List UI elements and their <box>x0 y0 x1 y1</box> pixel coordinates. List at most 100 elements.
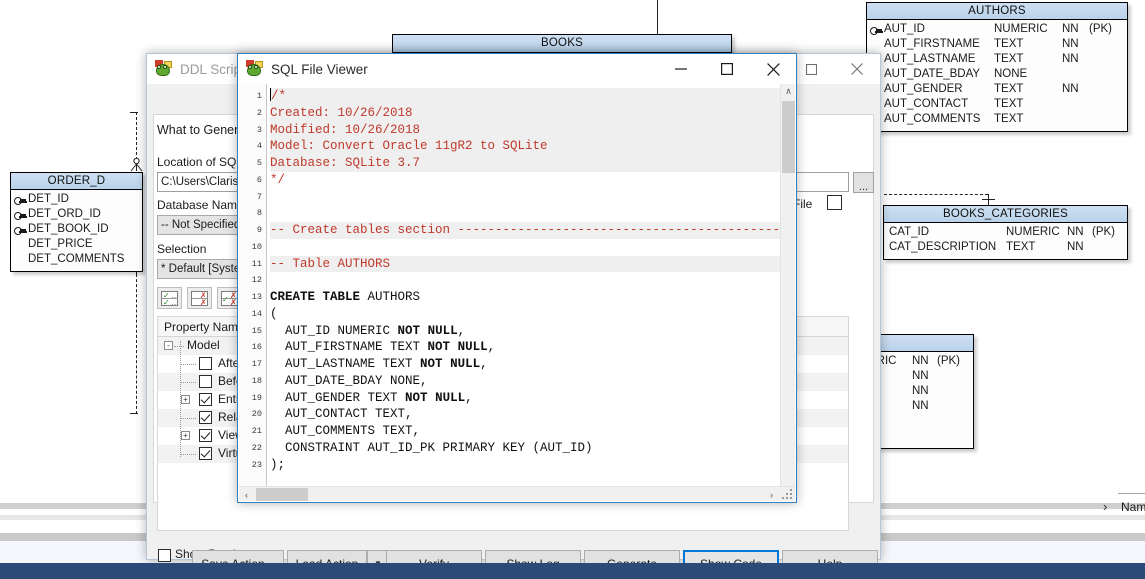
entity-attribute: CAT_ID NUMERIC NN (PK) <box>889 226 1115 238</box>
line-number: 8 <box>256 208 262 219</box>
entity-title: ORDER_D <box>11 173 142 190</box>
sql-viewer-titlebar[interactable]: SQL File Viewer <box>238 54 796 84</box>
selection-label: Selection <box>157 242 207 256</box>
relationship-line <box>982 199 995 200</box>
tree-connector <box>180 454 196 455</box>
entity-order-details[interactable]: ORDER_D DET_ID DET_ORD_ID DET_BOOK_ID DE… <box>10 172 143 272</box>
entity-attribute: DET_ID <box>11 192 142 207</box>
maximize-button[interactable] <box>704 54 750 84</box>
entity-title: BOOKS_CATEGORIES <box>884 206 1127 223</box>
line-number: 12 <box>251 275 262 286</box>
tree-connector <box>174 346 184 347</box>
entity-attribute: AUT_FIRSTNAME TEXT NN <box>884 38 1079 50</box>
browse-button[interactable]: ... <box>853 172 874 193</box>
horizontal-scrollbar[interactable]: ‹ › <box>239 486 795 501</box>
entity-attributes: ERIC NN (PK) T NN T NN T NN T <box>867 352 973 448</box>
line-number: 2 <box>256 107 262 118</box>
collapse-icon[interactable]: - <box>164 341 173 350</box>
code-line: AUT_COMMENTS TEXT, <box>270 424 421 438</box>
code-line: Database: SQLite 3.7 <box>270 155 780 172</box>
entity-attributes: CAT_ID NUMERIC NN (PK) CAT_DESCRIPTION T… <box>884 223 1127 259</box>
line-number: 13 <box>251 292 262 302</box>
code-line: AUT_CONTACT TEXT, <box>270 407 413 422</box>
entity-attribute: T NN <box>869 370 929 382</box>
line-number: 19 <box>251 392 262 403</box>
entity-title: AUTHORS <box>867 3 1127 20</box>
deselect-all-icon[interactable]: ✗ ✗ <box>187 287 212 309</box>
line-number: 22 <box>251 442 262 453</box>
entity-attribute: DET_BOOK_ID <box>11 222 142 237</box>
entity-attribute: T <box>867 429 973 444</box>
minimize-button[interactable] <box>658 54 704 84</box>
entity-attributes: DET_ID DET_ORD_ID DET_BOOK_ID DET_PRICE … <box>11 190 142 271</box>
entity-authors[interactable]: AUTHORS AUT_ID NUMERIC NN (PK) AUT_FIRST… <box>866 2 1128 132</box>
line-number: 17 <box>251 359 262 369</box>
code-line: ( <box>270 306 278 321</box>
code-line: Created: 10/26/2018 <box>270 104 780 122</box>
tree-connector <box>180 382 196 383</box>
frog-app-icon <box>246 60 264 78</box>
tree-checkbox[interactable] <box>199 411 212 424</box>
tree-checkbox[interactable] <box>199 375 212 388</box>
tree-checkbox[interactable] <box>199 357 212 370</box>
tree-checkbox[interactable] <box>199 393 212 406</box>
relationship-line <box>130 413 138 414</box>
entity-title: S <box>867 335 973 352</box>
code-line: CONSTRAINT AUT_ID_PK PRIMARY KEY (AUT_ID… <box>270 440 593 455</box>
line-number: 9 <box>256 225 262 235</box>
scroll-right-icon[interactable]: › <box>764 487 779 502</box>
entity-attribute: DET_COMMENTS <box>28 253 125 265</box>
entity-attribute: AUT_GENDER TEXT NN <box>884 83 1079 95</box>
vertical-scrollbar[interactable]: ∧ ∨ <box>780 84 795 501</box>
expand-icon[interactable]: + <box>181 395 190 404</box>
line-number: 11 <box>251 258 262 269</box>
expand-icon[interactable]: + <box>181 431 190 440</box>
entity-attribute: AUT_DATE_BDAY NONE <box>884 68 1028 80</box>
code-line: AUT_GENDER TEXT NOT NULL, <box>270 390 473 405</box>
entity-title: BOOKS <box>393 35 731 53</box>
line-number: 16 <box>251 342 262 353</box>
code-line: ); <box>270 457 286 472</box>
code-line: -- Create tables section ---------------… <box>270 222 780 239</box>
horizontal-scroll-thumb[interactable] <box>256 488 308 501</box>
status-divider <box>1118 493 1145 494</box>
show-preview-checkbox[interactable] <box>158 549 171 562</box>
tree-label: Model <box>187 338 220 352</box>
sql-code-area[interactable]: /* Created: 10/26/2018 Modified: 10/26/201… <box>267 84 780 501</box>
entity-books[interactable]: BOOKS <box>392 34 732 54</box>
one-file-checkbox[interactable] <box>827 195 842 210</box>
line-number-gutter: 1 2 3 4 5 6 7 8 9 10 11 12 13 14 15 16 17 18 19 20 21 22 23 <box>239 84 267 501</box>
relationship-line <box>130 112 138 113</box>
expand-arrow-icon[interactable]: › <box>1103 499 1107 514</box>
entity-attribute: AUT_ID NUMERIC NN (PK) <box>867 22 1127 37</box>
tree-checkbox[interactable] <box>199 447 212 460</box>
relationship-line <box>136 274 137 414</box>
close-button[interactable] <box>750 54 796 84</box>
vertical-scroll-thumb[interactable] <box>782 101 795 173</box>
tree-header-label: Property Name <box>164 320 245 334</box>
entity-partial[interactable]: S ERIC NN (PK) T NN T NN T NN <box>866 334 974 449</box>
resize-grip-icon[interactable] <box>780 487 794 501</box>
screen-root: ORDER_D DET_ID DET_ORD_ID DET_BOOK_ID DE… <box>0 0 1145 579</box>
close-button[interactable] <box>834 54 880 84</box>
sql-viewer-title: SQL File Viewer <box>271 61 368 77</box>
taskbar[interactable] <box>0 563 1145 579</box>
entity-attribute: AUT_CONTACT TEXT <box>884 98 1024 110</box>
line-number: 23 <box>251 459 262 470</box>
entity-books-categories[interactable]: BOOKS_CATEGORIES CAT_ID NUMERIC NN (PK) … <box>883 205 1128 260</box>
sql-viewer-body: 1 2 3 4 5 6 7 8 9 10 11 12 13 14 15 16 17 18 19 20 21 22 23 /*… <box>239 84 795 501</box>
tree-checkbox[interactable] <box>199 429 212 442</box>
select-all-icon[interactable]: ✓ ✓…… <box>157 287 182 309</box>
code-line: Model: Convert Oracle 11gR2 to SQLite <box>270 138 780 155</box>
scroll-up-icon[interactable]: ∧ <box>781 84 796 99</box>
sql-file-viewer-window[interactable]: SQL File Viewer 1 2 3 4 5 6 7 8 9 10 11 12 13 14 15 16 1… <box>237 53 797 503</box>
entity-attributes: AUT_ID NUMERIC NN (PK) AUT_FIRSTNAME TEX… <box>867 20 1127 131</box>
scroll-left-icon[interactable]: ‹ <box>239 487 254 502</box>
relationship-line <box>884 194 988 195</box>
line-number: 21 <box>251 426 262 436</box>
line-number: 4 <box>256 141 262 152</box>
